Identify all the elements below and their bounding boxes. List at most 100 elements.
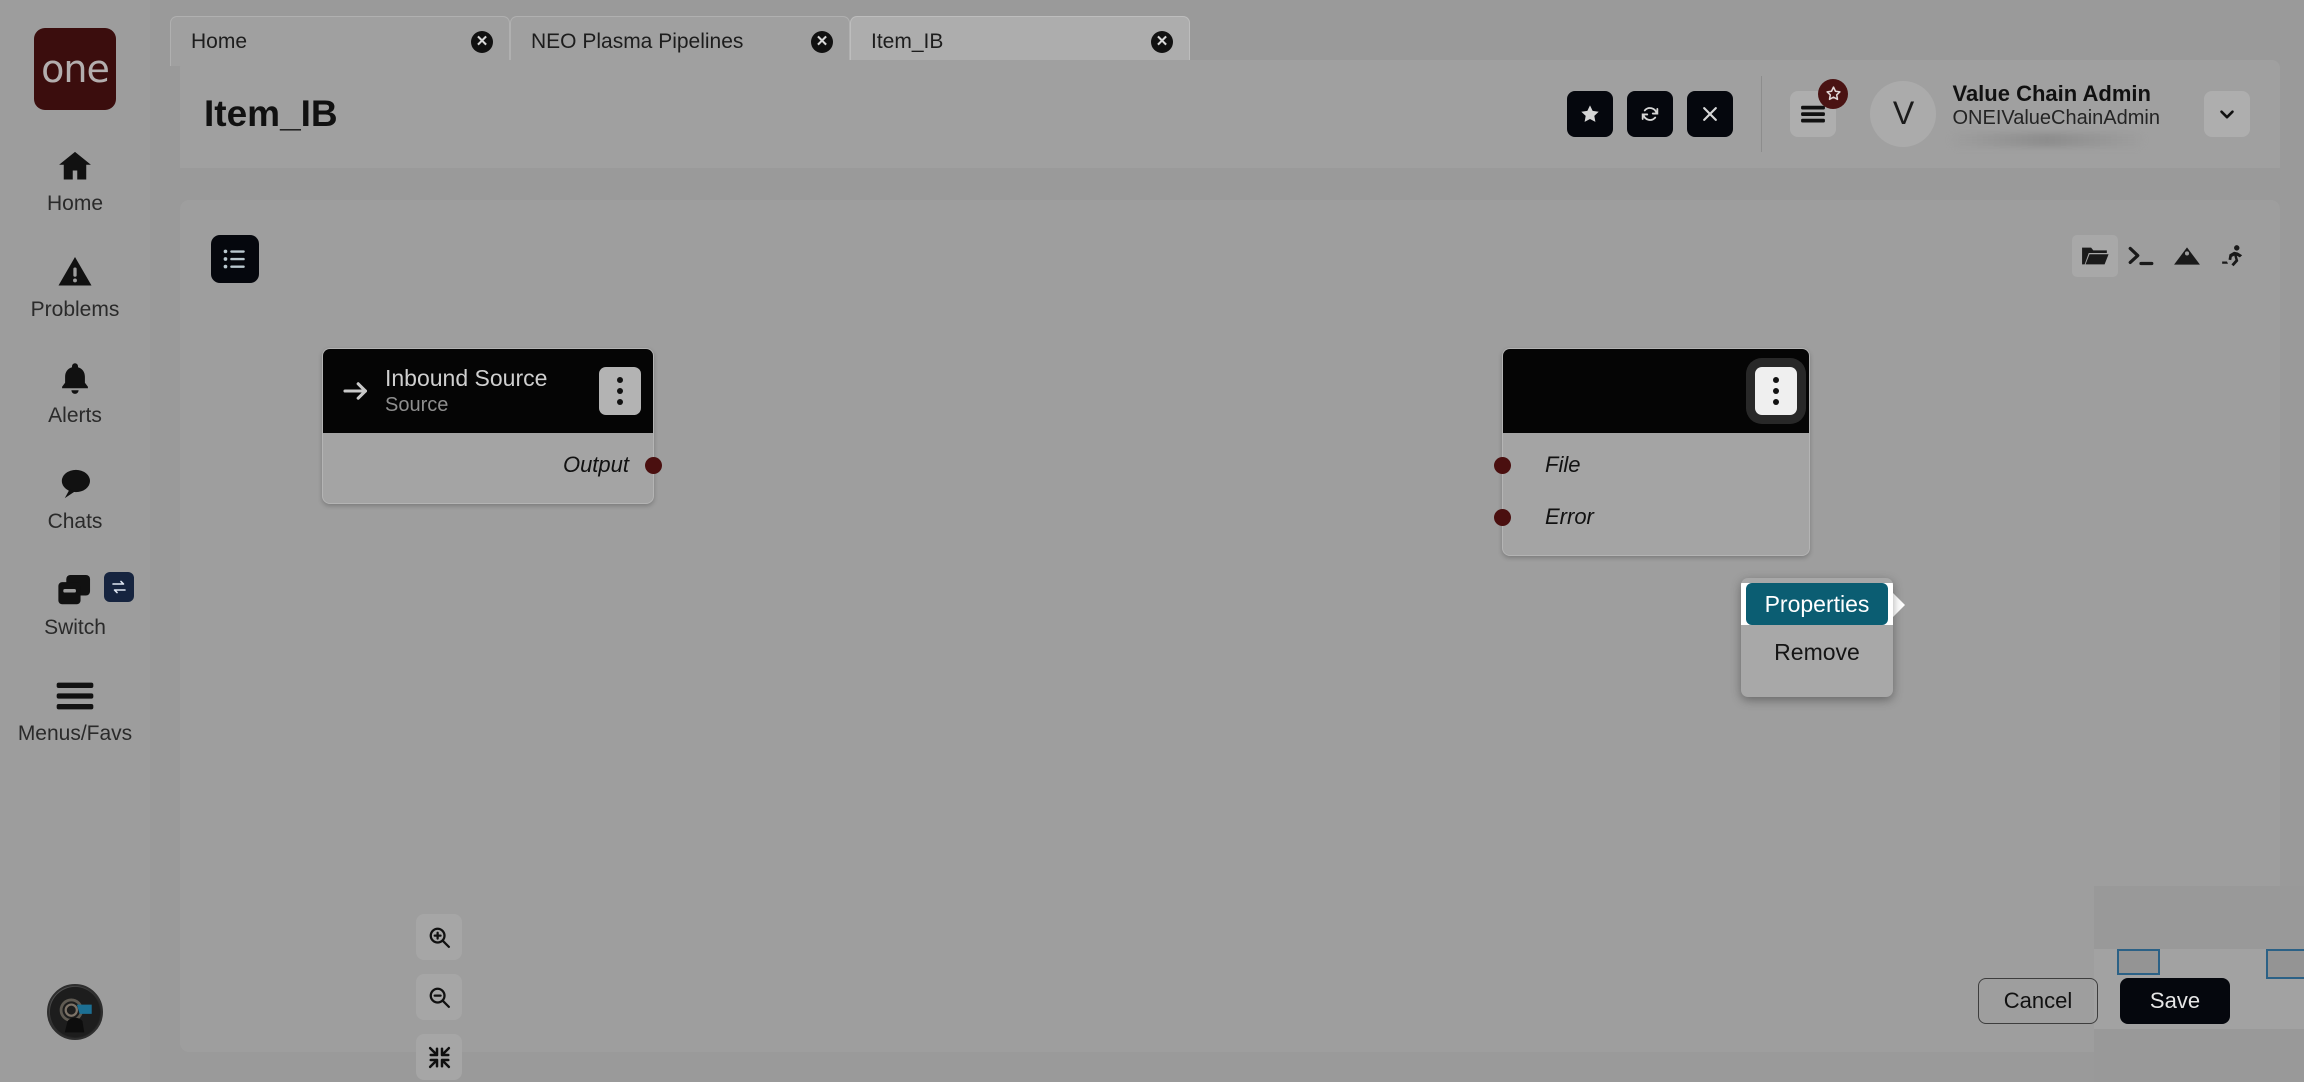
sidebar-item-alerts[interactable]: Alerts [0,356,150,428]
tab-bar: Home ✕ NEO Plasma Pipelines ✕ Item_IB ✕ [150,0,2304,66]
switch-badge[interactable] [104,572,134,602]
swap-arrows-icon [110,578,128,596]
refresh-button[interactable] [1627,91,1674,137]
sidebar-item-switch[interactable]: Switch [0,568,150,640]
port-dot-icon[interactable] [645,456,662,474]
magnifier-minus-icon [427,985,452,1010]
menus-favorites-button[interactable] [1790,78,1849,137]
pipeline-canvas-panel: Inbound Source Source Output File Error … [180,200,2304,1082]
page-title: Item_IB [204,93,338,134]
arrow-right-icon [335,379,379,403]
tab-label: NEO Plasma Pipelines [531,29,744,53]
context-menu-item-label: Properties [1764,590,1870,617]
fit-to-screen-button[interactable] [416,1034,462,1080]
context-menu-item-label: Remove [1774,639,1860,665]
zoom-out-button[interactable] [416,974,462,1020]
node-port-error[interactable]: Error [1494,491,1809,543]
node-header [1503,349,1809,433]
sidebar-item-home[interactable]: Home [0,144,150,216]
run-tool[interactable] [2210,235,2256,277]
user-name: Value Chain Admin [1952,80,2151,106]
sidebar-item-label: Chats [47,510,103,533]
node-kebab-menu-icon[interactable] [599,367,641,415]
sidebar-item-chats[interactable]: Chats [0,462,150,534]
node-body: Output [323,433,662,503]
chat-bubble-icon [55,462,95,506]
sidebar-item-label: Alerts [48,404,102,427]
mountain-image-icon [2173,244,2201,268]
list-view-icon [222,247,248,271]
sidebar-item-label: Home [46,192,104,215]
x-icon [1700,104,1720,124]
footer-actions: Cancel Save [1978,978,2230,1024]
node-inbound-source[interactable]: Inbound Source Source Output [322,348,662,504]
magnifier-plus-icon [427,925,452,950]
cancel-button[interactable]: Cancel [1978,978,2098,1024]
terminal-icon [2127,244,2155,268]
node-port-output[interactable]: Output [323,439,662,491]
avatar[interactable]: V [1870,80,1937,147]
windows-switch-icon [54,568,96,612]
close-circle-icon[interactable]: ✕ [1151,30,1173,53]
node-body: File Error [1494,433,1809,555]
port-label: Error [1545,504,1594,529]
port-label: Output [562,452,629,477]
chevron-down-icon [2216,103,2238,125]
user-menu-toggle[interactable] [2204,90,2250,137]
header-action-group [1567,91,1734,137]
node-header: Inbound Source Source [323,349,653,433]
close-circle-icon[interactable]: ✕ [471,30,493,53]
running-person-icon [2220,244,2246,269]
open-folder-tool[interactable] [2072,235,2118,277]
tab-label: Item_IB [871,29,944,53]
warning-triangle-icon [56,250,94,294]
port-dot-icon[interactable] [1494,456,1511,474]
tab-home[interactable]: Home ✕ [170,16,510,66]
canvas-zoom-tools [416,914,462,1082]
hamburger-icon [1800,104,1826,124]
context-menu-item-properties[interactable]: Properties [1746,583,1888,625]
minimap-node [2266,949,2304,979]
context-menu-caret-icon [1892,592,1905,618]
sidebar-item-label: Problems [30,298,120,321]
close-circle-icon[interactable]: ✕ [811,30,833,53]
node-port-file[interactable]: File [1494,439,1809,491]
page-header: Item_IB V Value Chain Admin ONEIValueCha… [180,60,2280,168]
tab-item-ib[interactable]: Item_IB ✕ [850,16,1190,66]
tab-label: Home [191,29,248,53]
tab-neo-plasma-pipelines[interactable]: NEO Plasma Pipelines ✕ [510,16,850,66]
user-photo-avatar[interactable] [47,984,103,1040]
context-menu-highlight-wrap: Properties [1741,583,1893,625]
image-tool[interactable] [2164,235,2210,277]
console-tool[interactable] [2118,235,2164,277]
header-divider [1761,76,1763,152]
port-dot-icon[interactable] [1494,508,1511,526]
bell-icon [57,356,93,400]
sidebar-item-label: Menus/Favs [17,722,133,745]
refresh-icon [1639,103,1661,125]
user-extra-blurred [1952,133,2143,148]
node-title: Inbound Source [385,365,548,392]
collapse-arrows-icon [427,1045,452,1070]
star-icon [1579,103,1601,125]
star-icon [1825,85,1842,102]
favorites-badge [1818,78,1849,109]
canvas-toolbar [2072,235,2256,277]
brand-logo[interactable]: one [34,28,116,110]
context-menu-item-remove[interactable]: Remove [1741,630,1893,675]
favorite-button[interactable] [1567,91,1614,137]
brand-logo-text: one [41,47,110,91]
node-context-menu: Properties Remove [1741,578,1893,697]
user-zone: V Value Chain Admin ONEIValueChainAdmin [1790,78,2280,148]
zoom-in-button[interactable] [416,914,462,960]
list-view-toggle-button[interactable] [211,235,259,283]
avatar-initial: V [1892,95,1915,132]
sidebar-item-menus-favs[interactable]: Menus/Favs [0,674,150,746]
node-kebab-menu-icon[interactable] [1755,367,1797,415]
sidebar-item-problems[interactable]: Problems [0,250,150,322]
node-file-target[interactable]: File Error [1494,348,1810,556]
close-button[interactable] [1687,91,1734,137]
save-button[interactable]: Save [2120,978,2230,1024]
port-label: File [1545,452,1581,477]
node-title-group: Inbound Source Source [385,365,599,417]
